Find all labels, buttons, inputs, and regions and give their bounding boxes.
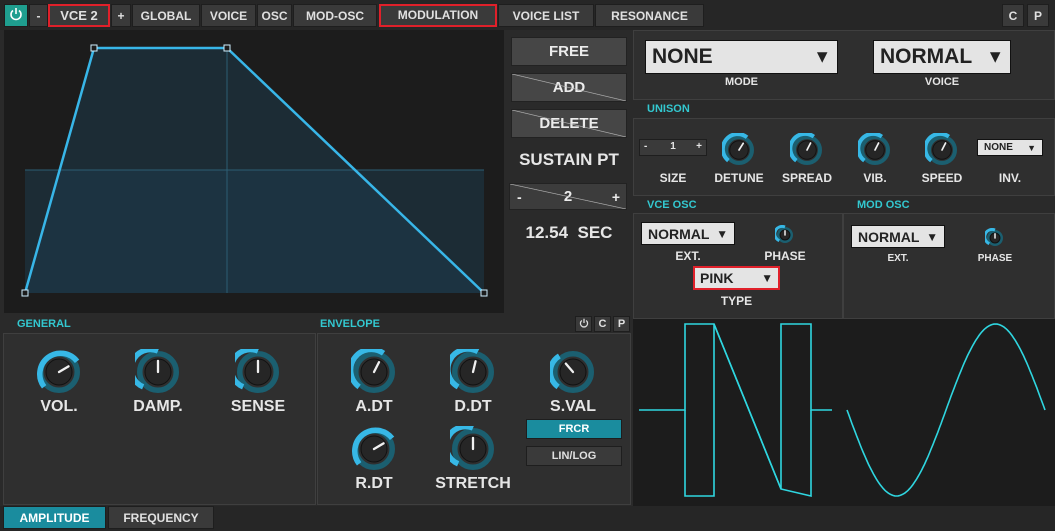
sustain-value-label: S.VAL xyxy=(550,398,596,415)
mode-dropdown[interactable]: NONE ▼ xyxy=(645,40,838,74)
sustain-plus[interactable]: + xyxy=(612,189,620,205)
attack-time-knob[interactable] xyxy=(351,349,397,395)
detune-knob[interactable] xyxy=(722,133,756,167)
spread-label: SPREAD xyxy=(781,171,832,185)
chevron-down-icon: ▼ xyxy=(716,226,728,241)
linlog-toggle[interactable]: LIN/LOG xyxy=(526,446,622,466)
unison-heading: UNISON xyxy=(647,103,690,115)
paste-button[interactable]: P xyxy=(1027,4,1049,27)
voice-mode-label: VOICE xyxy=(924,76,960,88)
size-plus[interactable]: + xyxy=(696,141,702,152)
mod-phase-label: PHASE xyxy=(977,253,1013,264)
sense-knob[interactable] xyxy=(235,349,281,395)
vibrato-knob[interactable] xyxy=(858,133,892,167)
mod-ext-label: EXT. xyxy=(887,253,909,264)
sustain-pt-label: SUSTAIN PT xyxy=(519,150,619,169)
vce-phase-label: PHASE xyxy=(764,249,806,263)
detune-label: DETUNE xyxy=(714,171,764,185)
vce-ext-label: EXT. xyxy=(675,249,701,263)
time-readout: 12.54 SEC xyxy=(525,223,613,242)
tab-voice-list[interactable]: VOICE LIST xyxy=(498,4,594,27)
vce-type-label: TYPE xyxy=(720,294,753,308)
voice-selector[interactable]: VCE 2 xyxy=(48,4,110,27)
general-heading: GENERAL xyxy=(17,318,71,330)
chevron-down-icon: ▼ xyxy=(813,46,831,67)
envelope-graph[interactable] xyxy=(4,30,504,313)
tab-amplitude[interactable]: AMPLITUDE xyxy=(3,506,106,529)
release-time-label: R.DT xyxy=(355,475,393,492)
volume-knob[interactable] xyxy=(36,349,82,395)
vce-type-value: PINK xyxy=(700,270,734,286)
voice-mode-value: NORMAL xyxy=(880,45,973,68)
damp-label: DAMP. xyxy=(133,398,183,415)
decay-time-label: D.DT xyxy=(454,398,492,415)
voice-next-button[interactable]: + xyxy=(111,4,131,27)
power-button[interactable] xyxy=(4,4,28,27)
decay-time-knob[interactable] xyxy=(450,349,496,395)
stretch-label: STRETCH xyxy=(435,475,511,492)
voice-prev-button[interactable]: - xyxy=(29,4,48,27)
mod-phase-knob[interactable] xyxy=(985,228,1005,248)
unison-size-stepper[interactable]: - 1 + xyxy=(639,139,707,156)
vce-ext-value: NORMAL xyxy=(648,225,710,242)
vce-ext-dropdown[interactable]: NORMAL ▼ xyxy=(641,222,735,245)
mode-value: NONE xyxy=(652,45,713,68)
invert-label: INV. xyxy=(998,171,1022,185)
add-point-button[interactable]: ADD xyxy=(511,73,627,102)
speed-knob[interactable] xyxy=(925,133,959,167)
speed-label: SPEED xyxy=(921,171,963,185)
spread-knob[interactable] xyxy=(790,133,824,167)
release-time-knob[interactable] xyxy=(351,426,397,472)
tab-mod-osc[interactable]: MOD-OSC xyxy=(293,4,377,27)
chevron-down-icon: ▼ xyxy=(926,229,938,244)
tab-global[interactable]: GLOBAL xyxy=(132,4,200,27)
sustain-stepper[interactable]: - 2 + xyxy=(509,183,627,210)
tab-frequency[interactable]: FREQUENCY xyxy=(108,506,214,529)
tab-osc[interactable]: OSC xyxy=(257,4,292,27)
copy-button[interactable]: C xyxy=(1002,4,1024,27)
sustain-minus[interactable]: - xyxy=(517,189,522,205)
stretch-knob[interactable] xyxy=(450,426,496,472)
power-icon xyxy=(579,318,589,331)
envelope-heading: ENVELOPE xyxy=(320,318,380,330)
voice-mode-dropdown[interactable]: NORMAL ▼ xyxy=(873,40,1011,74)
delete-point-button[interactable]: DELETE xyxy=(511,109,627,138)
vce-phase-knob[interactable] xyxy=(775,225,795,245)
mod-ext-dropdown[interactable]: NORMAL ▼ xyxy=(851,225,945,248)
vce-type-dropdown[interactable]: PINK ▼ xyxy=(693,266,780,290)
invert-dropdown[interactable]: NONE ▼ xyxy=(977,139,1043,156)
mod-ext-value: NORMAL xyxy=(858,228,920,245)
envelope-power-button[interactable] xyxy=(575,316,592,332)
attack-time-label: A.DT xyxy=(355,398,393,415)
free-button[interactable]: FREE xyxy=(511,37,627,66)
tab-resonance[interactable]: RESONANCE xyxy=(595,4,704,27)
waveform-display xyxy=(633,319,1055,509)
sustain-value: 2 xyxy=(563,188,573,205)
damp-knob[interactable] xyxy=(135,349,181,395)
chevron-down-icon: ▼ xyxy=(986,46,1004,67)
mode-label: MODE xyxy=(725,76,758,88)
sustain-value-knob[interactable] xyxy=(550,349,596,395)
chevron-down-icon: ▼ xyxy=(1027,142,1036,153)
tab-voice[interactable]: VOICE xyxy=(201,4,256,27)
vibrato-label: VIB. xyxy=(863,171,887,185)
size-label: SIZE xyxy=(659,171,687,185)
frcr-toggle[interactable]: FRCR xyxy=(526,419,622,439)
invert-value: NONE xyxy=(984,142,1013,153)
sense-label: SENSE xyxy=(230,398,286,415)
envelope-paste-button[interactable]: P xyxy=(613,316,630,332)
volume-label: VOL. xyxy=(40,398,78,415)
tab-modulation[interactable]: MODULATION xyxy=(379,4,497,27)
vce-osc-heading: VCE OSC xyxy=(647,199,697,211)
mod-osc-heading: MOD OSC xyxy=(857,199,910,211)
envelope-copy-button[interactable]: C xyxy=(594,316,611,332)
chevron-down-icon: ▼ xyxy=(761,271,773,285)
power-icon xyxy=(9,7,23,24)
